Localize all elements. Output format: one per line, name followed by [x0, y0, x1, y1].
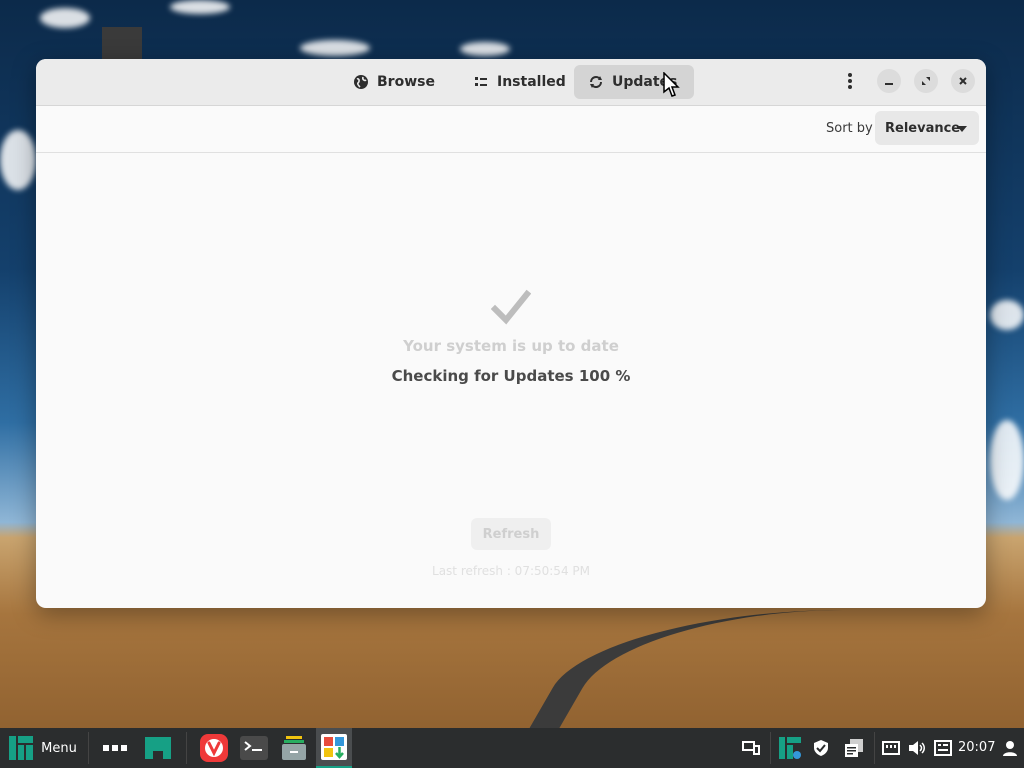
taskbar-app-manjaro[interactable] — [140, 728, 176, 768]
clock[interactable]: 20:07 — [958, 728, 995, 768]
tab-installed[interactable]: Installed — [459, 65, 580, 99]
tab-browse[interactable]: Browse — [339, 65, 449, 99]
cloud — [170, 0, 230, 14]
network-icon — [882, 741, 900, 755]
sort-dropdown[interactable]: Relevance — [875, 111, 979, 145]
user-icon — [1003, 741, 1017, 756]
cloud — [0, 130, 36, 190]
last-refresh-text: Last refresh : 07:50:54 PM — [432, 564, 590, 578]
manjaro-logo-icon — [9, 736, 34, 760]
taskbar: Menu 20:07 — [0, 728, 1024, 768]
chevron-down-icon — [957, 126, 967, 132]
close-icon — [959, 77, 967, 85]
update-status: Your system is up to date Checking for U… — [36, 289, 986, 385]
cloud — [460, 42, 510, 56]
checking-progress-text: Checking for Updates 100 % — [391, 367, 631, 385]
tab-label: Browse — [377, 74, 435, 90]
file-manager-icon — [282, 736, 306, 760]
tray-manjaro-settings[interactable] — [776, 728, 804, 768]
maximize-icon — [922, 77, 930, 85]
clipboard-icon — [845, 739, 863, 757]
tray-clipboard[interactable] — [840, 728, 868, 768]
menu-label: Menu — [41, 740, 77, 756]
vivaldi-icon — [200, 734, 228, 762]
desktop-window-stub — [102, 27, 142, 59]
taskbar-app-terminal[interactable] — [236, 728, 272, 768]
sort-bar: Sort by Relevance — [36, 106, 986, 153]
manjaro-icon — [145, 737, 171, 759]
refresh-icon — [590, 76, 602, 88]
refresh-button[interactable]: Refresh — [471, 518, 551, 550]
tray-user[interactable] — [998, 728, 1022, 768]
taskbar-separator — [186, 732, 187, 764]
start-menu-button[interactable]: Menu — [0, 728, 86, 768]
taskbar-separator — [874, 732, 875, 764]
kebab-menu-button[interactable] — [838, 69, 862, 93]
shield-icon — [814, 740, 828, 756]
taskbar-separator — [770, 732, 771, 764]
header-bar: Browse Installed Updates — [36, 59, 986, 106]
volume-icon — [909, 741, 925, 755]
display-icon — [742, 741, 760, 755]
maximize-button[interactable] — [914, 69, 938, 93]
close-button[interactable] — [951, 69, 975, 93]
globe-icon — [354, 75, 368, 89]
minimize-icon — [885, 83, 893, 85]
taskbar-separator — [88, 732, 89, 764]
mouse-cursor-icon — [663, 72, 680, 97]
up-to-date-text: Your system is up to date — [403, 337, 619, 355]
taskbar-app-files[interactable] — [276, 728, 312, 768]
cloud — [300, 40, 370, 56]
sort-value: Relevance — [885, 120, 961, 136]
sort-by-label: Sort by — [826, 121, 873, 136]
tray-network[interactable] — [878, 728, 904, 768]
list-icon — [475, 77, 487, 86]
software-center-window: Browse Installed Updates Sort by Relevan… — [36, 59, 986, 608]
taskbar-app-software-center[interactable] — [316, 728, 352, 768]
workspace-switcher[interactable] — [98, 728, 132, 768]
tray-volume[interactable] — [904, 728, 930, 768]
workspace-switcher-icon — [103, 745, 127, 751]
cloud — [40, 8, 90, 28]
minimize-button[interactable] — [877, 69, 901, 93]
tray-display[interactable] — [738, 728, 764, 768]
checkmark-icon — [491, 289, 531, 325]
tab-label: Installed — [497, 74, 566, 90]
taskbar-app-vivaldi[interactable] — [196, 728, 232, 768]
manjaro-settings-icon — [779, 737, 801, 759]
terminal-icon — [240, 736, 268, 760]
keyboard-icon — [934, 740, 952, 756]
road — [522, 610, 1008, 740]
cloud — [990, 420, 1024, 500]
tray-keyboard[interactable] — [930, 728, 956, 768]
software-center-icon — [321, 734, 347, 760]
cloud — [990, 300, 1024, 330]
tray-security[interactable] — [808, 728, 834, 768]
kebab-icon — [848, 73, 852, 89]
